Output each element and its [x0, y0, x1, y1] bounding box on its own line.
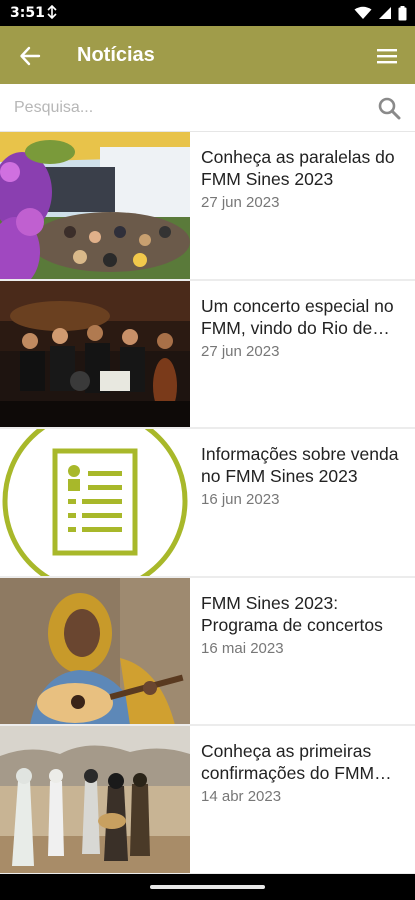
news-thumbnail	[0, 132, 190, 279]
news-list: Conheça as paralelas do FMM Sines 2023 2…	[0, 132, 415, 875]
outdoor-concert-photo	[0, 132, 190, 279]
menu-button[interactable]	[371, 40, 403, 72]
wifi-icon	[354, 6, 372, 19]
search-bar	[0, 84, 415, 132]
arrow-back-icon	[20, 46, 41, 66]
news-title: Informações sobre venda no FMM Sines 202…	[201, 444, 399, 486]
news-item[interactable]: Conheça as paralelas do FMM Sines 2023 2…	[0, 132, 415, 281]
news-title: Um concerto especial no FMM, vindo do Ri…	[201, 295, 394, 338]
news-title: Conheça as primeiras confirmações do FMM…	[201, 741, 375, 783]
news-thumbnail	[0, 726, 190, 873]
news-item[interactable]: Conheça as primeiras confirmações do FMM…	[0, 726, 415, 875]
status-time: 3:51	[10, 5, 45, 21]
navigation-bar	[0, 874, 415, 900]
news-text: FMM Sines 2023: Programa de concertos 16…	[201, 592, 407, 657]
news-text: Conheça as paralelas do FMM Sines 2023 2…	[201, 146, 407, 211]
news-text: Conheça as primeiras confirmações do FMM…	[201, 740, 407, 805]
news-thumbnail	[0, 280, 190, 427]
home-gesture-handle[interactable]	[150, 885, 265, 889]
guitarist-photo	[0, 577, 190, 724]
news-date: 16 mai 2023	[201, 639, 284, 657]
news-text: Informações sobre venda no FMM Sines 202…	[201, 443, 407, 508]
news-date: 16 jun 2023	[201, 491, 280, 508]
news-item[interactable]: FMM Sines 2023: Programa de concertos 16…	[0, 577, 415, 726]
orchestra-photo	[0, 280, 190, 427]
news-item[interactable]: Um concerto especial no FMM, vindo do Ri…	[0, 280, 415, 429]
page-title: Notícias	[77, 44, 155, 66]
news-date: 27 jun 2023	[201, 342, 280, 360]
app-bar: Notícias	[0, 26, 415, 84]
news-title: Conheça as paralelas do FMM Sines 2023	[201, 147, 395, 189]
news-date: 14 abr 2023	[201, 788, 282, 805]
desert-musicians-photo	[0, 726, 190, 873]
news-date: 27 jun 2023	[201, 194, 280, 211]
status-icons	[354, 5, 407, 21]
news-item[interactable]: Informações sobre venda no FMM Sines 202…	[0, 429, 415, 578]
back-button[interactable]	[12, 38, 48, 74]
news-thumbnail	[0, 577, 190, 724]
document-icon	[0, 429, 190, 576]
search-icon[interactable]	[377, 96, 401, 120]
status-bar: 3:51	[0, 0, 415, 26]
battery-icon	[398, 5, 407, 20]
data-saver-icon	[47, 5, 57, 19]
news-thumbnail	[0, 429, 190, 576]
signal-icon	[379, 7, 391, 19]
hamburger-menu-icon	[377, 49, 397, 64]
search-input[interactable]	[14, 92, 354, 124]
news-text: Um concerto especial no FMM, vindo do Ri…	[201, 295, 407, 360]
news-title: FMM Sines 2023: Programa de concertos	[201, 592, 383, 635]
